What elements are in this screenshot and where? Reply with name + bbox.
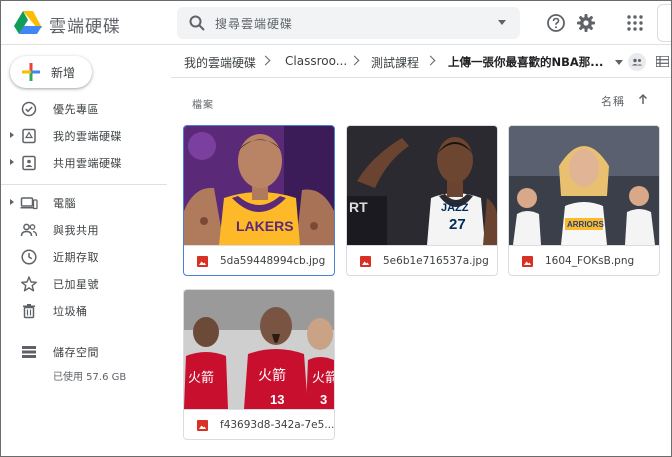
apps-grid-icon[interactable] (625, 13, 645, 33)
new-button-label: 新增 (51, 66, 76, 80)
storage-icon (22, 346, 36, 358)
sidebar-item-computers[interactable]: 電腦 (1, 191, 169, 215)
sidebar-item-recent[interactable]: 近期存取 (1, 245, 169, 269)
shared-drive-icon (22, 155, 36, 171)
svg-text:LAKERS: LAKERS (236, 218, 294, 234)
sidebar-item-priority[interactable]: 優先專區 (1, 97, 169, 121)
svg-text:3: 3 (320, 392, 327, 407)
new-button[interactable]: 新增 (10, 56, 92, 88)
search-icon (189, 15, 205, 31)
sort-by-name[interactable]: 名稱 (601, 93, 625, 109)
top-bar: 雲端硬碟 搜尋雲端硬碟 (1, 1, 671, 45)
file-caption: 5da59448994cb.jpg (184, 245, 334, 275)
sidebar-divider (1, 184, 167, 185)
image-file-icon (197, 256, 208, 267)
sidebar: 新增 優先專區 我的雲端硬碟 共用雲端硬碟 電腦 與我共用 近期存取 已加星號 … (1, 46, 169, 456)
sidebar-item-shared-with-me[interactable]: 與我共用 (1, 218, 169, 242)
my-drive-icon (22, 128, 36, 144)
file-thumbnail: LAKERS (184, 126, 334, 245)
sidebar-item-label: 儲存空間 (53, 346, 99, 359)
help-icon[interactable] (546, 13, 566, 33)
files-section-label: 檔案 (192, 100, 214, 111)
account-avatar[interactable] (657, 4, 671, 42)
file-card[interactable]: 火箭 火箭 火箭 13 3 f43693d8-342a-7e5... (183, 289, 335, 440)
computer-icon (20, 197, 38, 210)
chevron-right-icon (349, 55, 360, 66)
file-thumbnail: ARRIORS (509, 126, 659, 245)
expand-arrow-icon[interactable] (10, 159, 14, 165)
sidebar-item-starred[interactable]: 已加星號 (1, 272, 169, 296)
svg-text:ARRIORS: ARRIORS (567, 220, 605, 229)
file-thumbnail: 火箭 火箭 火箭 13 3 (184, 290, 334, 409)
search-options-icon[interactable] (498, 20, 506, 25)
svg-text:13: 13 (270, 392, 284, 407)
file-thumbnail: RT JAZZ 27 (347, 126, 497, 245)
sidebar-item-label: 我的雲端硬碟 (53, 130, 122, 143)
svg-text:RT: RT (349, 199, 368, 215)
sidebar-item-label: 已加星號 (53, 278, 99, 291)
file-name: f43693d8-342a-7e5... (220, 419, 335, 431)
svg-text:火箭: 火箭 (258, 367, 286, 384)
file-caption: f43693d8-342a-7e5... (184, 409, 335, 439)
search-input[interactable]: 搜尋雲端硬碟 (215, 15, 293, 32)
breadcrumb-current[interactable]: 上傳一張你最喜歡的NBA那... (448, 54, 603, 70)
file-caption: 1604_FOKsB.png (509, 245, 659, 275)
sidebar-item-label: 電腦 (53, 197, 76, 210)
image-file-icon (197, 420, 208, 431)
svg-text:JAZZ: JAZZ (441, 202, 469, 214)
breadcrumb-item[interactable]: Classroo... (285, 54, 347, 68)
sidebar-item-shared-drives[interactable]: 共用雲端硬碟 (1, 151, 169, 175)
svg-text:火箭: 火箭 (188, 370, 214, 386)
shared-people-icon[interactable] (628, 53, 646, 71)
chevron-right-icon (260, 55, 271, 66)
file-name: 5e6b1e716537a.jpg (383, 255, 489, 267)
file-card[interactable]: ARRIORS 1604_FOKsB.png (508, 125, 660, 276)
svg-text:27: 27 (449, 216, 466, 233)
file-name: 1604_FOKsB.png (545, 255, 635, 267)
main-content: 我的雲端硬碟 Classroo... 測試課程 上傳一張你最喜歡的NBA那... (171, 46, 671, 456)
breadcrumb-item[interactable]: 我的雲端硬碟 (184, 54, 256, 71)
image-file-icon (522, 256, 533, 267)
list-view-icon[interactable] (656, 56, 669, 67)
breadcrumb: 我的雲端硬碟 Classroo... 測試課程 上傳一張你最喜歡的NBA那... (171, 46, 671, 78)
sidebar-item-label: 與我共用 (53, 224, 99, 237)
breadcrumb-item[interactable]: 測試課程 (371, 54, 419, 71)
image-file-icon (360, 256, 371, 267)
svg-text:火箭: 火箭 (312, 370, 334, 386)
file-caption: 5e6b1e716537a.jpg (347, 245, 497, 275)
sort-up-arrow-icon[interactable] (637, 93, 649, 105)
plus-icon (22, 63, 40, 81)
sidebar-item-trash[interactable]: 垃圾桶 (1, 299, 169, 323)
clock-icon (21, 249, 37, 265)
file-card[interactable]: RT JAZZ 27 5e6b1e716537a.jpg (346, 125, 498, 276)
sidebar-item-label: 垃圾桶 (53, 305, 88, 318)
search-box[interactable]: 搜尋雲端硬碟 (177, 7, 520, 39)
drive-logo-icon[interactable] (14, 10, 42, 34)
settings-gear-icon[interactable] (576, 13, 596, 33)
sidebar-item-label: 近期存取 (53, 251, 99, 264)
storage-used-text: 已使用 57.6 GB (53, 372, 127, 383)
file-name: 5da59448994cb.jpg (220, 255, 326, 267)
priority-check-icon (21, 101, 37, 117)
trash-icon (23, 304, 35, 319)
sidebar-item-storage[interactable]: 儲存空間 (1, 340, 169, 364)
star-icon (21, 276, 37, 292)
expand-arrow-icon[interactable] (10, 199, 14, 205)
chevron-right-icon (425, 55, 436, 66)
sidebar-item-my-drive[interactable]: 我的雲端硬碟 (1, 124, 169, 148)
drive-window: 雲端硬碟 搜尋雲端硬碟 新增 優先專區 我的雲端硬碟 共用雲端硬碟 電腦 與我共… (0, 0, 672, 457)
sidebar-item-label: 共用雲端硬碟 (53, 157, 122, 170)
chevron-down-icon[interactable] (615, 60, 623, 65)
people-icon (20, 223, 38, 237)
sidebar-item-label: 優先專區 (53, 103, 99, 116)
app-title: 雲端硬碟 (49, 17, 121, 37)
file-card[interactable]: LAKERS 5da59448994cb.jpg (183, 125, 335, 276)
expand-arrow-icon[interactable] (10, 132, 14, 138)
